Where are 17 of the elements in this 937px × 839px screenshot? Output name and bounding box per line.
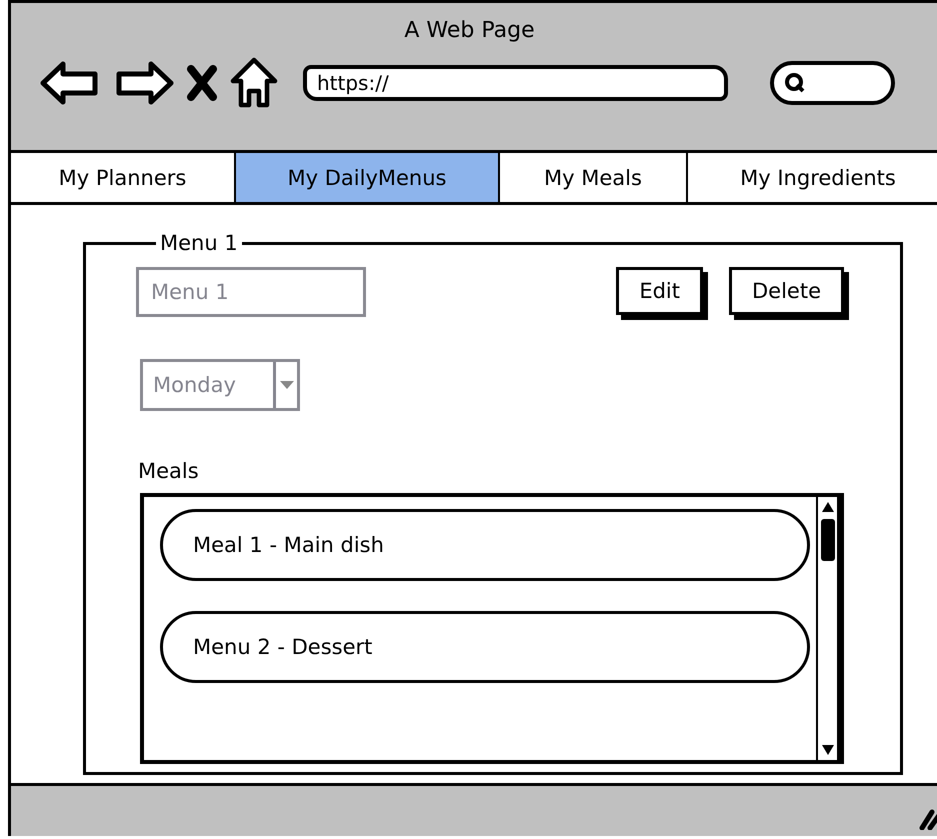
group-title: Menu 1 [159, 231, 239, 255]
scroll-thumb[interactable] [820, 519, 834, 561]
resize-grip-icon[interactable] [918, 808, 937, 830]
meals-label: Meals [138, 459, 200, 483]
scroll-down-icon[interactable] [820, 744, 834, 756]
scroll-up-icon[interactable] [820, 501, 834, 513]
scrollbar[interactable] [816, 497, 840, 760]
home-icon[interactable] [229, 57, 279, 109]
window-title: A Web Page [404, 18, 535, 43]
caret-icon [280, 381, 294, 389]
search-field[interactable] [770, 61, 895, 105]
meal-item[interactable]: Meal 1 - Main dish [160, 509, 810, 581]
meal-item[interactable]: Menu 2 - Dessert [160, 611, 810, 683]
close-icon[interactable] [187, 65, 217, 101]
tab[interactable]: My DailyMenus [236, 153, 500, 202]
search-icon [784, 72, 806, 94]
address-field[interactable]: https:// [303, 65, 728, 101]
